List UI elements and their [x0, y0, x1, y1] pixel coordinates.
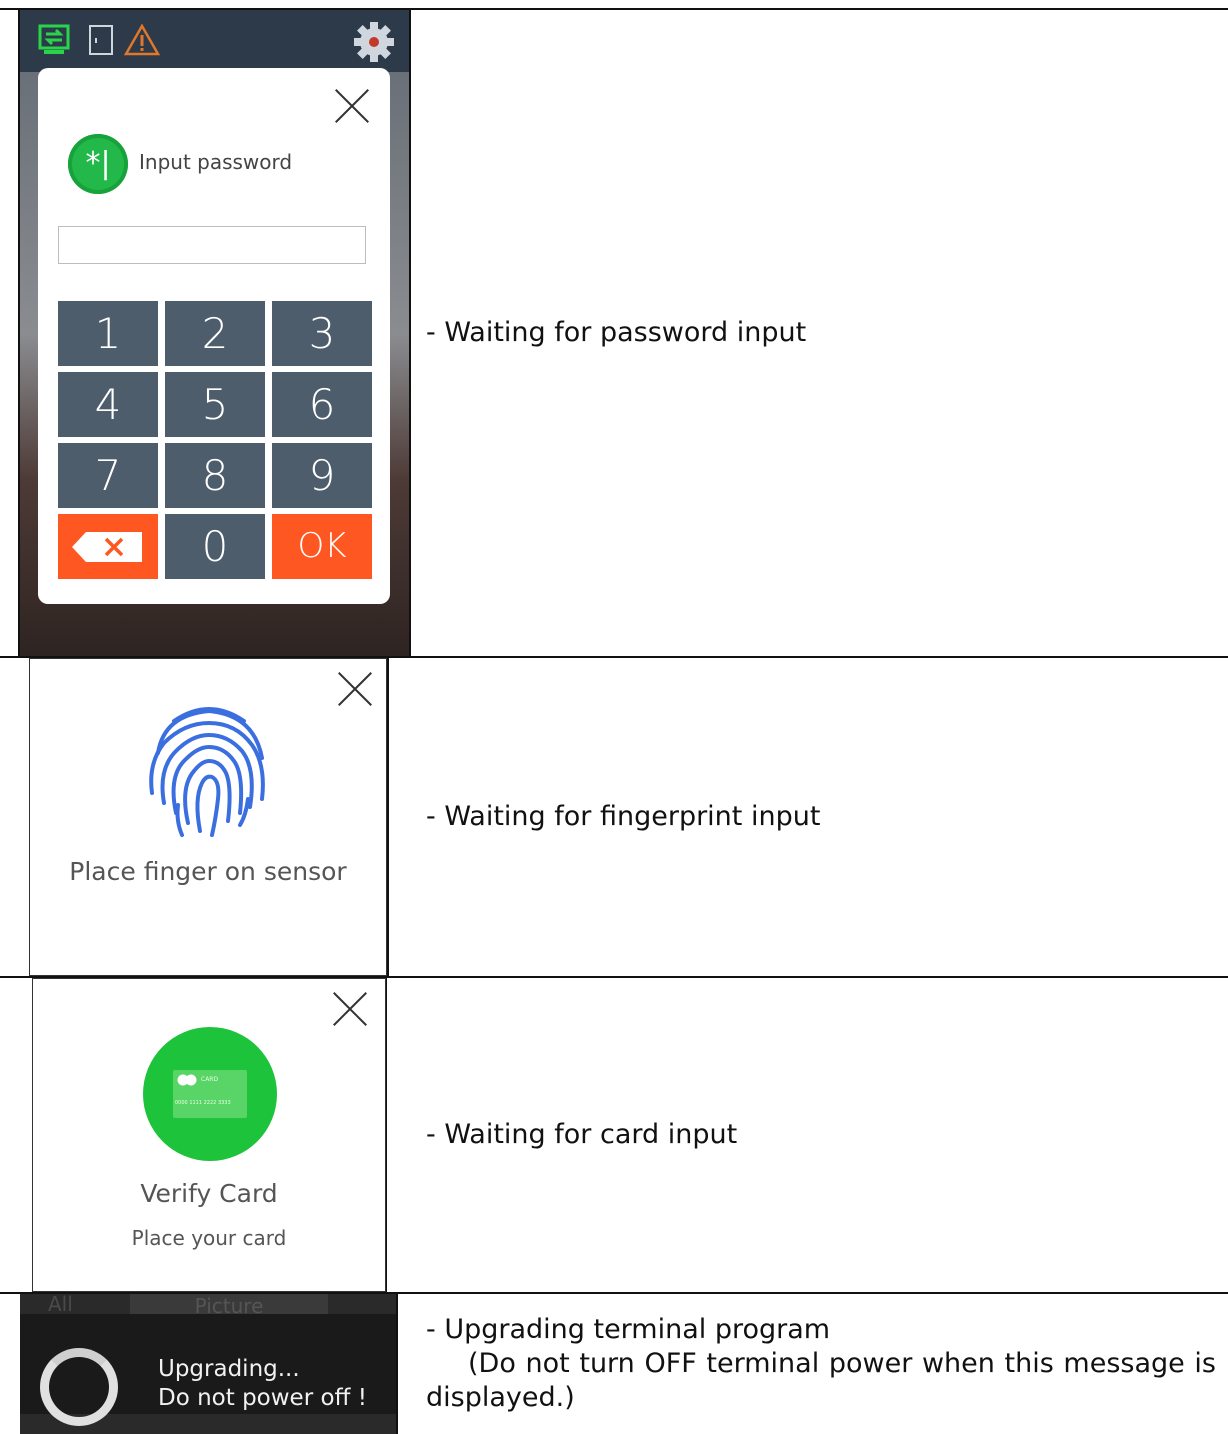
door-icon [89, 25, 113, 55]
upgrading-line1: Upgrading... [158, 1356, 300, 1382]
description-upgrading-line2: (Do not turn OFF terminal power when thi… [426, 1348, 1216, 1413]
fingerprint-icon [149, 707, 265, 837]
status-bar [20, 10, 409, 72]
close-icon[interactable] [336, 671, 372, 707]
description-card: - Waiting for card input [426, 1119, 738, 1150]
password-asterisk-icon: *| [68, 134, 128, 194]
backspace-icon [72, 532, 142, 562]
key-5[interactable]: 5 [165, 372, 265, 437]
upgrading-screenshot: All Picture Upgrading... Do not power of… [20, 1294, 396, 1434]
key-9[interactable]: 9 [272, 443, 372, 508]
card-number: 0000 1111 2222 3333 [175, 1100, 231, 1106]
network-icon [38, 24, 70, 54]
close-icon[interactable] [331, 991, 367, 1027]
key-1[interactable]: 1 [58, 301, 158, 366]
description-password: - Waiting for password input [426, 317, 807, 348]
password-screenshot: *| Input password 1 2 3 4 5 6 7 8 9 0 OK [20, 10, 409, 656]
key-2[interactable]: 2 [165, 301, 265, 366]
table-column-divider [409, 8, 411, 658]
table-column-divider [387, 656, 389, 978]
password-input[interactable] [58, 226, 366, 264]
key-4[interactable]: 4 [58, 372, 158, 437]
ok-button[interactable]: OK [272, 514, 372, 579]
card-brand: CARD [201, 1076, 219, 1083]
progress-spinner-icon [40, 1348, 118, 1426]
warning-icon [124, 24, 160, 56]
password-dialog: *| Input password 1 2 3 4 5 6 7 8 9 0 OK [38, 68, 390, 604]
card-logo-icon [177, 1074, 197, 1086]
key-6[interactable]: 6 [272, 372, 372, 437]
verify-card-subtitle: Place your card [131, 1226, 287, 1250]
card-icon: CARD 0000 1111 2222 3333 [143, 1027, 277, 1161]
card-image: CARD 0000 1111 2222 3333 [173, 1070, 247, 1118]
upgrading-dialog: Upgrading... Do not power off ! [20, 1314, 396, 1426]
description-fingerprint: - Waiting for fingerprint input [426, 801, 821, 832]
password-label: Input password [139, 150, 293, 174]
key-3[interactable]: 3 [272, 301, 372, 366]
card-dialog: CARD 0000 1111 2222 3333 Verify Card Pla… [32, 978, 386, 1292]
upgrading-line2: Do not power off ! [158, 1385, 367, 1411]
tab-all: All [48, 1294, 73, 1316]
key-7[interactable]: 7 [58, 443, 158, 508]
key-0[interactable]: 0 [165, 514, 265, 579]
description-upgrading-line1: - Upgrading terminal program [426, 1314, 831, 1345]
fingerprint-label: Place finger on sensor [69, 857, 347, 886]
fingerprint-dialog: Place finger on sensor [29, 658, 387, 976]
key-8[interactable]: 8 [165, 443, 265, 508]
backspace-button[interactable] [58, 514, 158, 579]
table-column-divider [396, 1292, 398, 1434]
gear-icon[interactable] [352, 20, 396, 64]
verify-card-title: Verify Card [140, 1179, 278, 1208]
description-upgrading: - Upgrading terminal program (Do not tur… [426, 1313, 1216, 1415]
close-icon[interactable] [333, 88, 369, 124]
